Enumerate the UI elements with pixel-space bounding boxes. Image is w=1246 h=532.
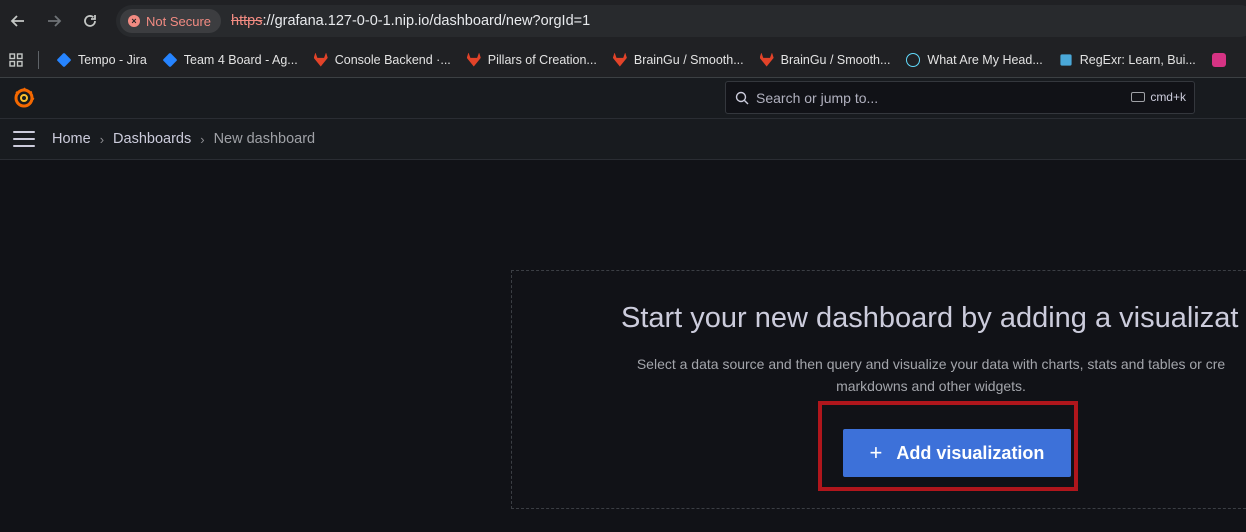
- search-icon: [735, 91, 749, 104]
- breadcrumb-home[interactable]: Home: [52, 131, 91, 147]
- bookmark-label: Team 4 Board - Ag...: [183, 52, 298, 67]
- url-scheme: https: [231, 13, 263, 29]
- bookmark-label: RegExr: Learn, Bui...: [1079, 52, 1196, 67]
- bookmark-item[interactable]: [1204, 46, 1234, 74]
- gitlab-icon: [466, 52, 481, 67]
- bookmark-item[interactable]: Tempo - Jira: [49, 46, 155, 74]
- keyboard-icon: [1131, 92, 1146, 102]
- jira-icon: [56, 52, 72, 67]
- bookmarks-divider: [38, 50, 39, 69]
- breadcrumb-dashboards[interactable]: Dashboards: [113, 131, 191, 147]
- search-input[interactable]: Search or jump to... cmd+k: [725, 81, 1195, 114]
- chevron-right-icon: ›: [200, 131, 205, 147]
- empty-dashboard-panel: Start your new dashboard by adding a vis…: [511, 270, 1246, 509]
- back-button[interactable]: [0, 3, 36, 39]
- site-info-chip[interactable]: × Not Secure: [120, 9, 222, 33]
- arrow-right-icon: [48, 15, 62, 27]
- bookmark-item[interactable]: BrainGu / Smooth...: [752, 46, 899, 74]
- bookmark-label: Pillars of Creation...: [487, 52, 597, 67]
- bookmark-item[interactable]: Pillars of Creation...: [459, 46, 605, 74]
- bookmark-item[interactable]: BrainGu / Smooth...: [605, 46, 752, 74]
- security-label: Not Secure: [146, 13, 212, 29]
- bookmarks-bar: Tempo - Jira Team 4 Board - Ag... Consol…: [0, 42, 1246, 78]
- breadcrumb-current: New dashboard: [213, 131, 316, 147]
- bookmark-item[interactable]: RegExr: Learn, Bui...: [1051, 46, 1204, 74]
- highlight-annotation: [818, 401, 1078, 491]
- chevron-right-icon: ›: [99, 131, 105, 147]
- search-shortcut: cmd+k: [1131, 90, 1186, 104]
- url-rest: ://grafana.127-0-0-1.nip.io/dashboard/ne…: [262, 13, 591, 29]
- address-bar[interactable]: × Not Secure https://grafana.127-0-0-1.n…: [116, 5, 1246, 37]
- gitlab-icon: [759, 52, 774, 67]
- bookmark-label: BrainGu / Smooth...: [780, 52, 891, 67]
- empty-state-desc-line: markdowns and other widgets.: [836, 378, 1026, 394]
- warning-icon: ×: [128, 15, 140, 27]
- grafana-logo-icon[interactable]: [13, 87, 35, 109]
- url-text[interactable]: https://grafana.127-0-0-1.nip.io/dashboa…: [231, 13, 590, 29]
- hamburger-menu-icon[interactable]: [13, 131, 35, 147]
- breadcrumb-bar: Home › Dashboards › New dashboard: [0, 119, 1246, 160]
- gitlab-icon: [313, 52, 328, 67]
- bookmark-label: Tempo - Jira: [78, 52, 147, 67]
- reload-button[interactable]: [72, 3, 108, 39]
- bookmark-label: What Are My Head...: [927, 52, 1043, 67]
- browser-toolbar: × Not Secure https://grafana.127-0-0-1.n…: [0, 0, 1246, 42]
- bookmark-item[interactable]: Console Backend ·...: [306, 46, 459, 74]
- bookmark-favicon-icon: [1211, 52, 1226, 67]
- jira-icon: [162, 52, 178, 67]
- search-placeholder: Search or jump to...: [756, 89, 879, 106]
- apps-grid-icon[interactable]: [0, 42, 32, 78]
- grafana-topbar: Search or jump to... cmd+k: [0, 78, 1246, 119]
- shortcut-label: cmd+k: [1150, 90, 1186, 104]
- gitlab-icon: [612, 52, 627, 67]
- breadcrumb: Home › Dashboards › New dashboard: [52, 131, 315, 147]
- bookmark-item[interactable]: What Are My Head...: [898, 46, 1050, 74]
- bookmark-item[interactable]: Team 4 Board - Ag...: [155, 46, 306, 74]
- react-icon: [906, 52, 921, 67]
- regexr-icon: [1060, 53, 1072, 66]
- empty-state-description: Select a data source and then query and …: [606, 353, 1246, 397]
- empty-state-desc-line: Select a data source and then query and …: [636, 356, 1226, 372]
- arrow-left-icon: [10, 15, 24, 27]
- dashboard-canvas: Start your new dashboard by adding a vis…: [0, 160, 1246, 532]
- bookmark-label: Console Backend ·...: [334, 52, 451, 67]
- bookmark-label: BrainGu / Smooth...: [633, 52, 744, 67]
- empty-state-title: Start your new dashboard by adding a vis…: [621, 302, 1239, 334]
- forward-button[interactable]: [36, 3, 72, 39]
- reload-icon: [84, 15, 96, 27]
